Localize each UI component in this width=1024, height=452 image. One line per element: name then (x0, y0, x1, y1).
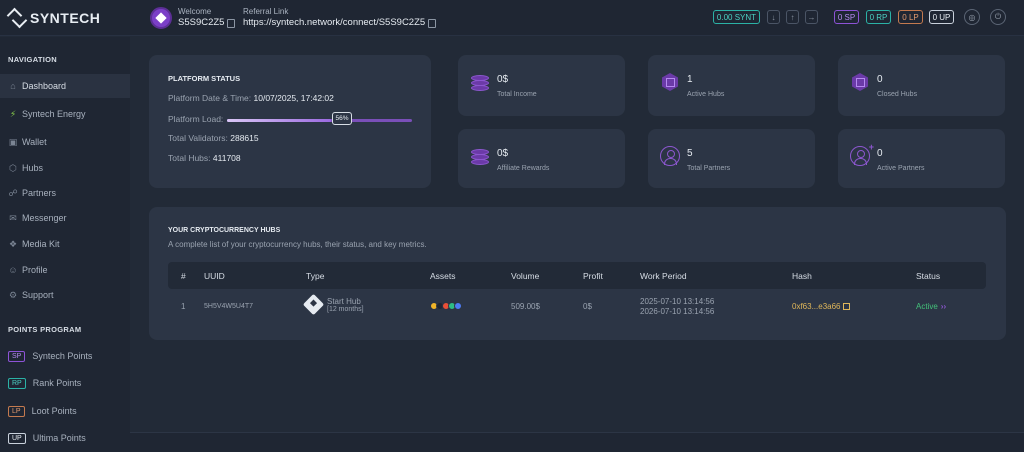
validators-row: Total Validators: 288615 (168, 133, 259, 143)
hub-type: Start Hub (327, 297, 361, 306)
period-end: 2026-07-10 13:14:56 (640, 307, 715, 316)
external-link-icon[interactable] (843, 303, 851, 310)
total-income-card: 0$ Total Income (458, 55, 625, 116)
sidebar-item-loot-points[interactable]: LP Loot Points (0, 399, 130, 423)
sidebar-item-support[interactable]: ⚙ Support (0, 283, 130, 307)
platform-date-row: Platform Date & Time: 10/07/2025, 17:42:… (168, 93, 334, 103)
rp-points-button[interactable]: 0 RP (866, 10, 891, 24)
period-start: 2025-07-10 13:14:56 (640, 297, 715, 306)
sidebar-item-wallet[interactable]: ▣ Wallet (0, 130, 130, 154)
sidebar: NAVIGATION ⌂ Dashboard ⚡ Syntech Energy … (0, 37, 130, 452)
cube-icon (659, 71, 681, 93)
wallet-icon: ▣ (8, 136, 18, 147)
up-badge: UP (8, 432, 26, 444)
sidebar-item-dashboard[interactable]: ⌂ Dashboard (0, 74, 130, 98)
power-icon[interactable]: ⏻ (990, 9, 1006, 25)
message-icon: ✉ (9, 212, 17, 223)
brand-name: SYNTECH (30, 10, 101, 26)
hubs-title: YOUR CRYPTOCURRENCY HUBS (168, 227, 281, 234)
welcome-block: Welcome S5S9C2Z5 (150, 7, 236, 29)
hubs-row: Total Hubs: 411708 (168, 153, 241, 163)
coins-icon (469, 145, 491, 167)
sidebar-item-rank-points[interactable]: RP Rank Points (0, 371, 130, 395)
deposit-arrow-icon[interactable]: ↓ (767, 10, 780, 24)
coins-icon (469, 71, 491, 93)
synt-balance-button[interactable]: 0.00 SYNT (713, 10, 760, 24)
globe-icon[interactable]: ◎ (964, 9, 980, 25)
rp-badge: RP (8, 377, 26, 389)
chevron-right-icon[interactable]: ›› (941, 302, 946, 311)
copy-username-icon[interactable] (227, 18, 236, 28)
start-hub-icon (302, 293, 325, 316)
referral-block: Referral Link https://syntech.network/co… (243, 7, 437, 29)
active-partners-card: + 0 Active Partners (838, 129, 1005, 188)
footer (130, 432, 1024, 452)
user-icon: ☺ (8, 265, 18, 275)
total-partners-card: 5 Total Partners (648, 129, 815, 188)
hubs-subtitle: A complete list of your cryptocurrency h… (168, 240, 427, 249)
sidebar-item-messenger[interactable]: ✉ Messenger (0, 206, 130, 230)
platform-load-fill (227, 119, 331, 122)
sidebar-item-profile[interactable]: ☺ Profile (0, 258, 130, 282)
asset-coin-icon (454, 302, 462, 310)
home-icon: ⌂ (10, 81, 16, 91)
active-hubs-card: 1 Active Hubs (648, 55, 815, 116)
sidebar-item-ultima-points[interactable]: UP Ultima Points (0, 426, 130, 450)
sidebar-item-syntech-points[interactable]: SP Syntech Points (0, 344, 130, 368)
welcome-label: Welcome (178, 7, 212, 16)
platform-status-card: PLATFORM STATUS Platform Date & Time: 10… (149, 55, 431, 188)
copy-referral-icon[interactable] (428, 18, 437, 28)
avatar[interactable] (150, 7, 172, 29)
brand-logo[interactable]: SYNTECH (8, 9, 100, 27)
lightning-icon: ⚡ (9, 108, 17, 119)
partners-icon: ☍ (8, 187, 18, 198)
sidebar-item-media-kit[interactable]: ❖ Media Kit (0, 232, 130, 256)
status-badge: Active ›› (916, 302, 947, 311)
hub-uuid: 5H5V4W5U4T7 (204, 303, 254, 310)
platform-load-percent: 56% (332, 112, 352, 125)
username: S5S9C2Z5 (178, 17, 225, 28)
hub-hash-link[interactable]: 0xf63...e3a66 (792, 302, 851, 311)
closed-hubs-card: 0 Closed Hubs (838, 55, 1005, 116)
media-icon: ❖ (8, 238, 18, 249)
nav-heading: NAVIGATION (8, 55, 57, 64)
hub-profit: 0$ (583, 302, 592, 311)
sidebar-item-syntech-energy[interactable]: ⚡ Syntech Energy (0, 102, 130, 126)
transfer-arrow-icon[interactable]: → (805, 10, 818, 24)
referral-label: Referral Link (243, 7, 289, 16)
points-heading: POINTS PROGRAM (8, 325, 82, 334)
sp-points-button[interactable]: 0 SP (834, 10, 859, 24)
sidebar-item-hubs[interactable]: ⬡ Hubs (0, 156, 130, 180)
platform-load-label: Platform Load: (168, 114, 224, 124)
user-settings-icon (659, 145, 681, 167)
sidebar-item-partners[interactable]: ☍ Partners (0, 181, 130, 205)
top-header: SYNTECH Welcome S5S9C2Z5 Referral Link h… (0, 0, 1024, 36)
up-points-button[interactable]: 0 UP (929, 10, 954, 24)
platform-status-title: PLATFORM STATUS (168, 74, 241, 83)
affiliate-rewards-card: 0$ Affiliate Rewards (458, 129, 625, 188)
user-plus-icon: + (849, 142, 874, 167)
withdraw-arrow-icon[interactable]: ↑ (786, 10, 799, 24)
hub-volume: 509.00$ (511, 302, 540, 311)
table-header: # UUID Type Assets Volume Profit Work Pe… (168, 262, 986, 289)
sp-badge: SP (8, 350, 26, 362)
hubs-card: YOUR CRYPTOCURRENCY HUBS A complete list… (149, 207, 1006, 340)
syntech-logo-icon (8, 9, 26, 27)
hub-duration: [12 months] (327, 306, 364, 313)
hub-icon: ⬡ (9, 162, 17, 173)
referral-link[interactable]: https://syntech.network/connect/S5S9C2Z5 (243, 17, 425, 29)
lp-points-button[interactable]: 0 LP (898, 10, 923, 24)
assets-icons (430, 302, 462, 310)
lp-badge: LP (8, 405, 25, 417)
support-icon: ⚙ (8, 289, 18, 300)
cube-icon (849, 71, 871, 93)
platform-load-bar (227, 119, 412, 122)
